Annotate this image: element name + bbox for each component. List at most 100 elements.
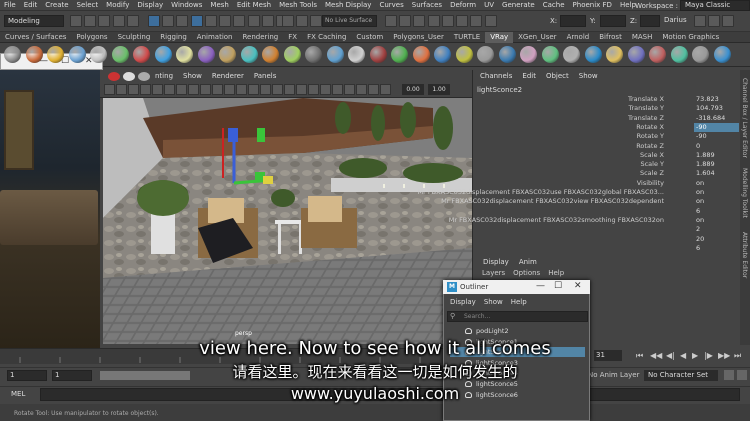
- channel-attribute-value[interactable]: on: [694, 188, 739, 197]
- channel-attribute-value[interactable]: on: [694, 197, 739, 206]
- mask-handles-icon[interactable]: [190, 15, 203, 27]
- outliner-menu-display[interactable]: Display: [446, 297, 480, 308]
- render-current-frame-icon[interactable]: [385, 15, 397, 27]
- record-icon[interactable]: [108, 71, 120, 81]
- y-coord-field[interactable]: [600, 15, 626, 27]
- channel-attribute-value[interactable]: -318.684: [694, 114, 739, 123]
- mask-surfaces-icon[interactable]: [233, 15, 246, 27]
- channel-box-menu-edit[interactable]: Edit: [517, 70, 541, 83]
- layer-menu-help[interactable]: Help: [544, 268, 568, 278]
- vray-ipr-icon[interactable]: [470, 15, 483, 27]
- shelf-tool-icon[interactable]: [455, 46, 473, 63]
- shelf-tab-bifrost[interactable]: Bifrost: [594, 32, 627, 43]
- shelf-tool-icon[interactable]: [219, 46, 236, 63]
- shelf-tool-icon[interactable]: [606, 46, 623, 63]
- view-image-icon[interactable]: [138, 71, 150, 81]
- viewport-exposure-field[interactable]: 0.00: [402, 84, 424, 95]
- menu-mesh-tools[interactable]: Mesh Tools: [275, 0, 321, 11]
- mask-joints-icon[interactable]: [204, 15, 217, 27]
- new-scene-icon[interactable]: [70, 15, 82, 27]
- shelf-tool-icon[interactable]: [154, 46, 172, 63]
- menu-display[interactable]: Display: [133, 0, 167, 11]
- shelf-tab-rendering[interactable]: Rendering: [237, 32, 283, 43]
- camera-attributes-icon[interactable]: [123, 71, 135, 81]
- shelf-tool-icon[interactable]: [498, 46, 516, 63]
- side-tab-modelling-toolkit[interactable]: Modelling Toolkit: [741, 168, 748, 218]
- viewport-gamma-field[interactable]: 1.00: [428, 84, 450, 95]
- layer-menu-options[interactable]: Options: [509, 268, 544, 278]
- channel-attribute-row[interactable]: Scale Z 1.604: [477, 169, 739, 178]
- viewport-toolbar-icon[interactable]: [296, 84, 307, 95]
- 3d-viewport[interactable]: [103, 98, 472, 344]
- shelf-tab-arnold[interactable]: Arnold: [562, 32, 595, 43]
- shelf-tab-vray[interactable]: VRay: [485, 31, 514, 43]
- snap-curve-icon[interactable]: [296, 15, 309, 27]
- shelf-tool-icon[interactable]: [412, 46, 430, 63]
- channel-attribute-row[interactable]: Mr FBXASC032displacement FBXASC032smooth…: [449, 216, 739, 225]
- shelf-tool-icon[interactable]: [369, 46, 387, 63]
- outliner-menu-show[interactable]: Show: [480, 297, 507, 308]
- shelf-tab-curves-surfaces[interactable]: Curves / Surfaces: [0, 32, 71, 43]
- shelf-tool-icon[interactable]: [541, 46, 559, 63]
- menu-uv[interactable]: UV: [480, 0, 498, 11]
- outliner-menu-help[interactable]: Help: [507, 297, 531, 308]
- menu-deform[interactable]: Deform: [446, 0, 480, 11]
- channel-box-menu-show[interactable]: Show: [574, 70, 603, 83]
- menu-modify[interactable]: Modify: [102, 0, 133, 11]
- channel-attribute-value[interactable]: 20: [694, 235, 739, 244]
- save-scene-icon[interactable]: [98, 15, 111, 27]
- viewport-toolbar-icon[interactable]: [176, 84, 187, 95]
- show-tool-settings-icon[interactable]: [722, 15, 735, 27]
- viewport-toolbar-icon[interactable]: [260, 84, 271, 95]
- minimize-icon[interactable]: —: [536, 281, 545, 291]
- menu-phoenix-fd[interactable]: Phoenix FD: [569, 0, 616, 11]
- viewport-toolbar-icon[interactable]: [332, 84, 343, 95]
- show-modeling-toolkit-icon[interactable]: [694, 15, 706, 27]
- viewport-toolbar-icon[interactable]: [320, 84, 331, 95]
- shelf-tool-icon[interactable]: [520, 46, 537, 63]
- shelf-tab-polygons[interactable]: Polygons: [71, 32, 112, 43]
- channel-attribute-row[interactable]: Scale X 1.889: [477, 151, 739, 160]
- menu-mesh[interactable]: Mesh: [206, 0, 232, 11]
- shelf-tool-icon[interactable]: [133, 46, 150, 63]
- shelf-tool-icon[interactable]: [111, 46, 129, 63]
- viewport-toolbar-icon[interactable]: [104, 84, 115, 95]
- viewport-menu-panels[interactable]: Panels: [249, 70, 282, 82]
- render-view-icon[interactable]: [441, 15, 454, 27]
- open-scene-icon[interactable]: [84, 15, 97, 27]
- viewport-toolbar-icon[interactable]: [140, 84, 151, 95]
- channel-attribute-value[interactable]: 1.889: [694, 151, 739, 160]
- channel-attribute-row[interactable]: Scale Y 1.889: [477, 160, 739, 169]
- shelf-tool-icon[interactable]: [326, 46, 344, 63]
- viewport-toolbar-icon[interactable]: [128, 84, 139, 95]
- viewport-toolbar-icon[interactable]: [164, 84, 175, 95]
- shelf-tool-icon[interactable]: [649, 46, 666, 63]
- shelf-tab-sculpting[interactable]: Sculpting: [113, 32, 156, 43]
- menu-create[interactable]: Create: [41, 0, 72, 11]
- menu-mesh-display[interactable]: Mesh Display: [321, 0, 375, 11]
- channel-box-menu-object[interactable]: Object: [541, 70, 574, 83]
- redo-icon[interactable]: [126, 15, 139, 27]
- menu-edit[interactable]: Edit: [20, 0, 42, 11]
- select-by-object-icon[interactable]: [162, 15, 175, 27]
- undo-icon[interactable]: [112, 15, 125, 27]
- shelf-tool-icon[interactable]: [391, 46, 408, 63]
- layer-menu-layers[interactable]: Layers: [478, 268, 509, 278]
- viewport-toolbar-icon[interactable]: [272, 84, 283, 95]
- channel-attribute-value[interactable]: 0: [694, 142, 739, 151]
- viewport-toolbar-icon[interactable]: [236, 84, 247, 95]
- shelf-tool-icon[interactable]: [4, 46, 21, 63]
- viewport-toolbar-icon[interactable]: [116, 84, 127, 95]
- shelf-tool-icon[interactable]: [176, 46, 193, 63]
- viewport-toolbar-icon[interactable]: [344, 84, 355, 95]
- z-coord-field[interactable]: [640, 15, 660, 27]
- channel-attribute-row[interactable]: Visibility on: [477, 179, 739, 188]
- channel-attribute-value[interactable]: 73.823: [694, 95, 739, 104]
- menu-generate[interactable]: Generate: [498, 0, 539, 11]
- maximize-icon[interactable]: ☐: [554, 281, 562, 291]
- hypershade-icon[interactable]: [427, 15, 440, 27]
- channel-attribute-value[interactable]: 1.604: [694, 169, 739, 178]
- channel-attribute-value[interactable]: 6: [694, 207, 739, 216]
- shelf-tool-icon[interactable]: [68, 46, 86, 63]
- channel-attribute-row[interactable]: Mr FBXASC032displacement FBXASC032use FB…: [418, 188, 739, 197]
